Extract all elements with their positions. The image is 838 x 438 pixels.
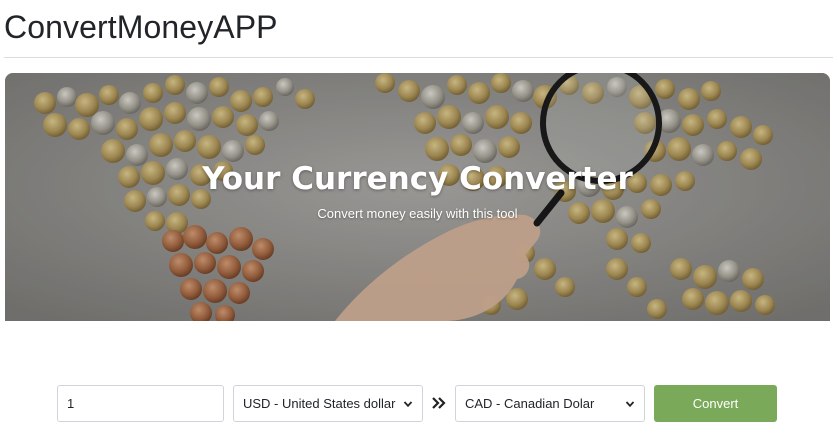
header-divider — [4, 57, 833, 58]
hero-subtitle: Convert money easily with this tool — [317, 206, 518, 221]
convert-button[interactable]: Convert — [654, 385, 777, 422]
from-currency-value: USD - United States dollar — [243, 396, 396, 411]
to-currency-select[interactable]: CAD - Canadian Dolar — [455, 385, 645, 422]
chevron-down-icon — [403, 400, 413, 407]
app-title: ConvertMoneyAPP — [4, 9, 278, 45]
double-chevron-right-icon — [432, 397, 446, 409]
hero-image — [5, 73, 830, 321]
hero-banner: Your Currency Converter Convert money ea… — [5, 73, 830, 321]
chevron-down-icon — [625, 400, 635, 407]
hero-title: Your Currency Converter — [202, 161, 633, 197]
from-currency-select[interactable]: USD - United States dollar — [233, 385, 423, 422]
to-currency-value: CAD - Canadian Dolar — [465, 396, 595, 411]
amount-input[interactable] — [57, 385, 224, 422]
